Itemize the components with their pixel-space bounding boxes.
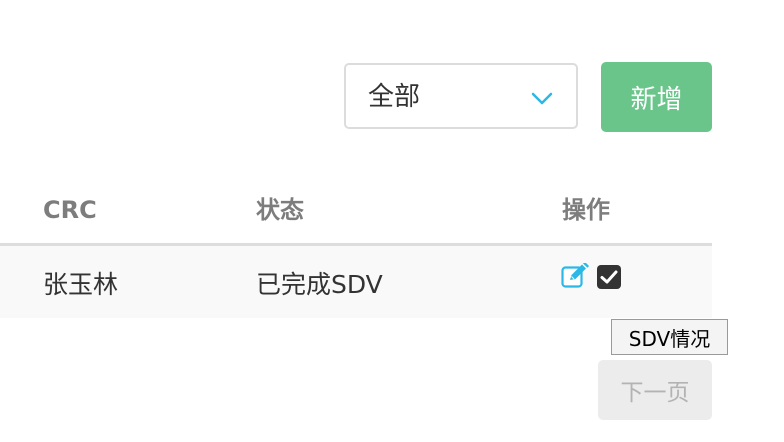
edit-icon[interactable] xyxy=(561,263,590,288)
cell-status: 已完成SDV xyxy=(256,270,383,299)
checkbox-checked-icon[interactable] xyxy=(597,265,621,289)
next-page-button[interactable]: 下一页 xyxy=(598,360,712,420)
column-header-status: 状态 xyxy=(256,196,304,224)
column-header-crc: CRC xyxy=(43,196,97,224)
cell-crc: 张玉林 xyxy=(43,270,119,299)
status-filter-value: 全部 xyxy=(368,82,421,112)
status-filter-select[interactable]: 全部 xyxy=(344,63,578,129)
column-header-actions: 操作 xyxy=(562,196,610,224)
chevron-down-icon xyxy=(531,92,553,105)
tooltip: SDV情况 xyxy=(611,319,728,355)
add-button[interactable]: 新增 xyxy=(601,62,712,132)
page: 全部 新增 CRC 状态 操作 张玉林 已完成SDV SDV情况 下一页 xyxy=(0,0,784,442)
